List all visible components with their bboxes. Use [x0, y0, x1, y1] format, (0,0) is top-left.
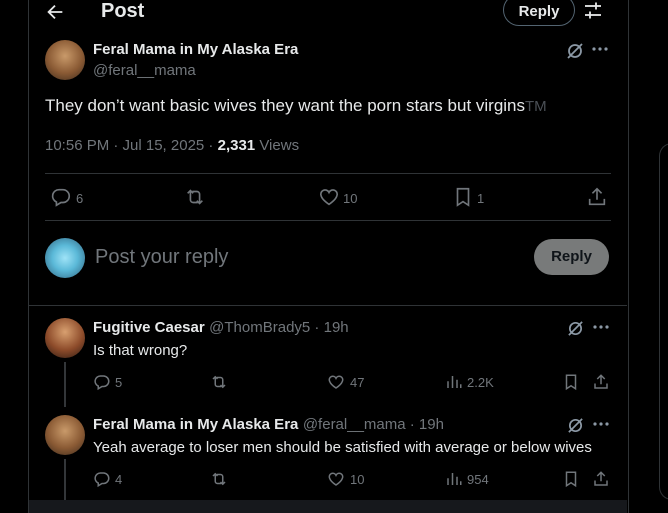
reply-avatar[interactable] — [45, 318, 85, 358]
reply-count: 4 — [115, 472, 123, 487]
more-options-icon[interactable] — [593, 324, 609, 330]
back-arrow-icon[interactable] — [44, 1, 66, 23]
action-bar-top-divider — [45, 173, 611, 174]
like-count: 10 — [343, 191, 358, 206]
author-avatar[interactable] — [45, 40, 85, 80]
reply-header: Fugitive Caesar @ThomBrady5 · 19h — [93, 319, 349, 337]
composer-divider — [29, 305, 627, 306]
reply-input[interactable]: Post your reply — [95, 246, 228, 269]
action-bar-bottom-divider — [45, 220, 611, 221]
reply-icon[interactable] — [93, 470, 111, 488]
author-handle[interactable]: @feral__mama — [93, 62, 196, 79]
more-options-icon[interactable] — [592, 46, 608, 52]
current-user-avatar[interactable] — [45, 238, 85, 278]
reply-meta[interactable]: @ThomBrady5 · 19h — [209, 319, 348, 336]
reply-text: Is that wrong? — [93, 342, 188, 359]
bookmark-icon[interactable] — [562, 470, 580, 488]
post-timestamp[interactable]: 10:56 PM · Jul 15, 2025 · — [45, 137, 218, 154]
repost-icon[interactable] — [210, 373, 228, 391]
grok-icon[interactable] — [567, 417, 584, 434]
bookmark-icon[interactable] — [452, 186, 474, 208]
side-panel-edge — [659, 143, 668, 500]
views-count: 2.2K — [467, 375, 494, 390]
bookmark-count: 1 — [477, 191, 485, 206]
reply-author-name[interactable]: Fugitive Caesar — [93, 319, 205, 336]
share-icon[interactable] — [586, 186, 608, 208]
like-count: 47 — [350, 375, 365, 390]
author-name[interactable]: Feral Mama in My Alaska Era — [93, 41, 298, 58]
post-metadata: 10:56 PM · Jul 15, 2025 · 2,331 Views — [45, 137, 299, 154]
like-icon[interactable] — [318, 186, 340, 208]
views-count: 954 — [467, 472, 489, 487]
reply-icon[interactable] — [93, 373, 111, 391]
reply-text: Yeah average to loser men should be sati… — [93, 439, 592, 456]
views-count: 2,331 — [217, 137, 256, 154]
post-text-body: They don’t want basic wives they want th… — [45, 96, 526, 115]
like-icon[interactable] — [327, 373, 345, 391]
next-reply-area — [29, 500, 627, 513]
like-count: 10 — [350, 472, 365, 487]
grok-icon[interactable] — [566, 42, 584, 60]
bookmark-icon[interactable] — [562, 373, 580, 391]
reply-meta[interactable]: @feral__mama · 19h — [303, 416, 444, 433]
views-chart-icon[interactable] — [445, 373, 463, 391]
reply-count: 5 — [115, 375, 123, 390]
repost-icon[interactable] — [210, 470, 228, 488]
post-text: They don’t want basic wives they want th… — [45, 96, 547, 116]
reply-header: Feral Mama in My Alaska Era @feral__mama… — [93, 416, 444, 434]
grok-icon[interactable] — [567, 320, 584, 337]
reply-count: 6 — [76, 191, 84, 206]
thread-line — [64, 362, 66, 407]
share-icon[interactable] — [592, 470, 610, 488]
repost-icon[interactable] — [184, 186, 206, 208]
thread-line — [64, 459, 66, 500]
views-label: Views — [255, 137, 300, 154]
trademark-suffix: TM — [525, 98, 547, 115]
share-icon[interactable] — [592, 373, 610, 391]
settings-sliders-icon[interactable] — [583, 1, 603, 21]
more-options-icon[interactable] — [593, 421, 609, 427]
header-reply-button[interactable]: Reply — [503, 0, 575, 26]
reply-author-name[interactable]: Feral Mama in My Alaska Era — [93, 416, 298, 433]
reply-icon[interactable] — [50, 186, 72, 208]
reply-avatar[interactable] — [45, 415, 85, 455]
like-icon[interactable] — [327, 470, 345, 488]
page-title: Post — [101, 0, 145, 22]
views-chart-icon[interactable] — [445, 470, 463, 488]
composer-reply-button[interactable]: Reply — [534, 239, 609, 275]
